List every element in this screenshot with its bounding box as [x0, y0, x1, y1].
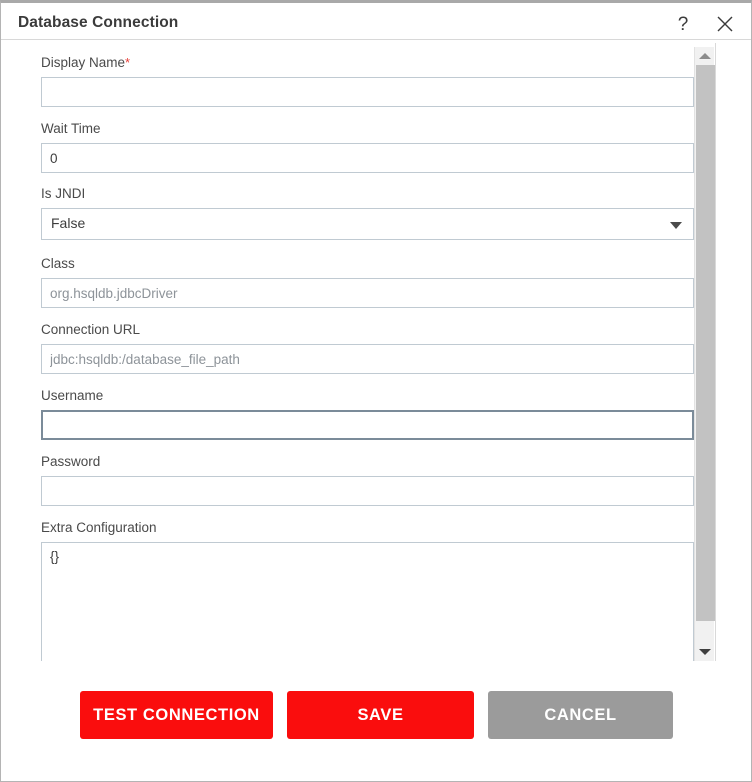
field-label-password: Password	[41, 454, 101, 469]
field-label-display-name: Display Name*	[41, 55, 694, 77]
field-display-name: Display Name*	[41, 55, 694, 107]
dialog-footer: TEST CONNECTION SAVE CANCEL	[1, 662, 751, 781]
help-button[interactable]: ?	[669, 10, 697, 38]
field-username: Username	[41, 388, 694, 440]
field-label-username: Username	[41, 388, 104, 403]
extra-configuration-textarea[interactable]	[41, 542, 694, 661]
field-connection-url: Connection URL	[41, 322, 694, 374]
password-input[interactable]	[41, 476, 694, 506]
close-button[interactable]	[711, 10, 739, 38]
right-gutter	[715, 43, 751, 661]
username-input[interactable]	[41, 410, 694, 440]
dialog-titlebar: Database Connection ?	[1, 6, 751, 40]
field-label-connection-url: Connection URL	[41, 322, 141, 337]
field-label-wait-time: Wait Time	[41, 121, 101, 136]
svg-text:?: ?	[678, 14, 689, 34]
scrollbar-down-button[interactable]	[695, 643, 715, 661]
field-label-extra-configuration: Extra Configuration	[41, 520, 157, 535]
field-wait-time: Wait Time	[41, 121, 694, 173]
field-label-class: Class	[41, 256, 75, 271]
form-scroll-viewport: Display Name* Wait Time Is JNDI False Cl…	[2, 43, 751, 661]
wait-time-input[interactable]	[41, 143, 694, 173]
field-label-is-jndi: Is JNDI	[41, 186, 86, 201]
class-input[interactable]	[41, 278, 694, 308]
cancel-button[interactable]: CANCEL	[488, 691, 673, 739]
field-extra-configuration: Extra Configuration	[41, 520, 694, 661]
field-class: Class	[41, 256, 694, 308]
database-connection-dialog: Database Connection ? Display Name* Wait…	[0, 0, 752, 782]
is-jndi-select[interactable]: False	[41, 208, 694, 240]
field-is-jndi: Is JNDI False	[41, 186, 694, 240]
is-jndi-selected-value: False	[51, 215, 86, 231]
dialog-title: Database Connection	[18, 14, 179, 31]
label-text-display-name: Display Name	[41, 55, 126, 70]
form-scrollbar[interactable]	[694, 47, 715, 661]
required-asterisk-display-name: *	[125, 55, 131, 70]
chevron-down-icon	[670, 222, 682, 229]
test-connection-button[interactable]: TEST CONNECTION	[80, 691, 273, 739]
close-x-icon	[717, 16, 733, 32]
triangle-up-icon	[699, 53, 711, 59]
display-name-input[interactable]	[41, 77, 694, 107]
question-mark-icon: ?	[678, 14, 689, 34]
scrollbar-thumb[interactable]	[696, 65, 715, 621]
connection-url-input[interactable]	[41, 344, 694, 374]
field-password: Password	[41, 454, 694, 506]
scrollbar-up-button[interactable]	[695, 47, 715, 65]
triangle-down-icon	[699, 649, 711, 655]
save-button[interactable]: SAVE	[287, 691, 474, 739]
